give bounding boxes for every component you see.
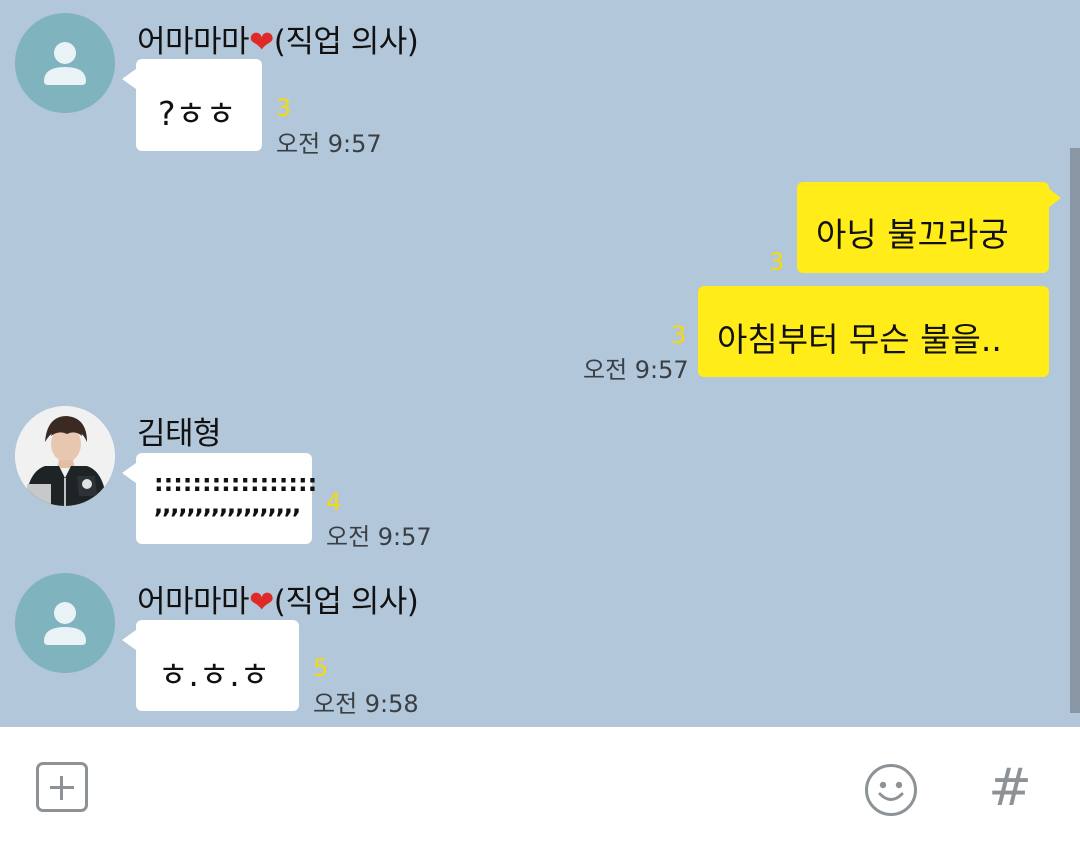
sender-name: 어마마마❤(직업 의사): [137, 576, 419, 621]
bubble-tail: [122, 69, 136, 89]
unread-count: 3: [769, 248, 785, 276]
message-text: ?ㅎㅎ: [158, 94, 237, 133]
unread-count: 3: [671, 321, 687, 349]
bubble-tail: [122, 630, 136, 650]
unread-count: 5: [313, 654, 329, 682]
my-message-bubble[interactable]: 아닝 불끄라궁: [797, 182, 1061, 273]
message-bubble[interactable]: ㅎ.ㅎ.ㅎ: [122, 620, 299, 711]
sender-name-suffix: (직업 의사): [273, 584, 419, 620]
message-text: ㅎ.ㅎ.ㅎ: [158, 655, 271, 694]
heart-icon: ❤: [249, 585, 274, 620]
message-text: 아침부터 무슨 불을..: [717, 320, 1002, 359]
profile-photo[interactable]: [15, 406, 115, 506]
scrollbar[interactable]: [1070, 148, 1080, 713]
message-bubble[interactable]: ?ㅎㅎ: [122, 59, 262, 151]
my-message-bubble[interactable]: 아침부터 무슨 불을..: [698, 286, 1049, 377]
bubble-tail: [122, 463, 136, 483]
message-text-line2: ,,,,,,,,,,,,,,,,,,: [154, 491, 301, 519]
sender-name: 김태형: [137, 416, 222, 452]
person-icon: [15, 573, 115, 673]
sender-name: 어마마마❤(직업 의사): [137, 16, 419, 61]
sender-name-text: 어마마마: [137, 24, 250, 60]
emoji-icon[interactable]: [864, 763, 918, 817]
unread-count: 3: [276, 94, 292, 122]
chat-area[interactable]: 어마마마❤(직업 의사) ?ㅎㅎ 3 오전 9:57 아닝 불끄라궁 3 아침부…: [0, 0, 1080, 727]
message-input-bar[interactable]: [0, 727, 1080, 851]
message-time: 오전 9:57: [326, 523, 432, 551]
default-avatar[interactable]: [15, 573, 115, 673]
message-bubble[interactable]: ::::::::::::::::: ,,,,,,,,,,,,,,,,,,: [122, 453, 317, 544]
message-time: 오전 9:57: [276, 130, 382, 158]
bubble-tail: [1048, 188, 1061, 208]
person-icon: [15, 13, 115, 113]
message-time: 오전 9:57: [583, 356, 689, 384]
hashtag-button[interactable]: #: [988, 758, 1032, 818]
unread-count: 4: [326, 488, 342, 516]
message-time: 오전 9:58: [313, 690, 419, 718]
default-avatar[interactable]: [15, 13, 115, 113]
message-text: 아닝 불끄라궁: [816, 215, 1009, 254]
plus-icon[interactable]: [36, 762, 88, 812]
sender-name-suffix: (직업 의사): [273, 24, 419, 60]
heart-icon: ❤: [249, 25, 274, 60]
sender-name-text: 어마마마: [137, 584, 250, 620]
profile-photo-image: [15, 406, 115, 506]
